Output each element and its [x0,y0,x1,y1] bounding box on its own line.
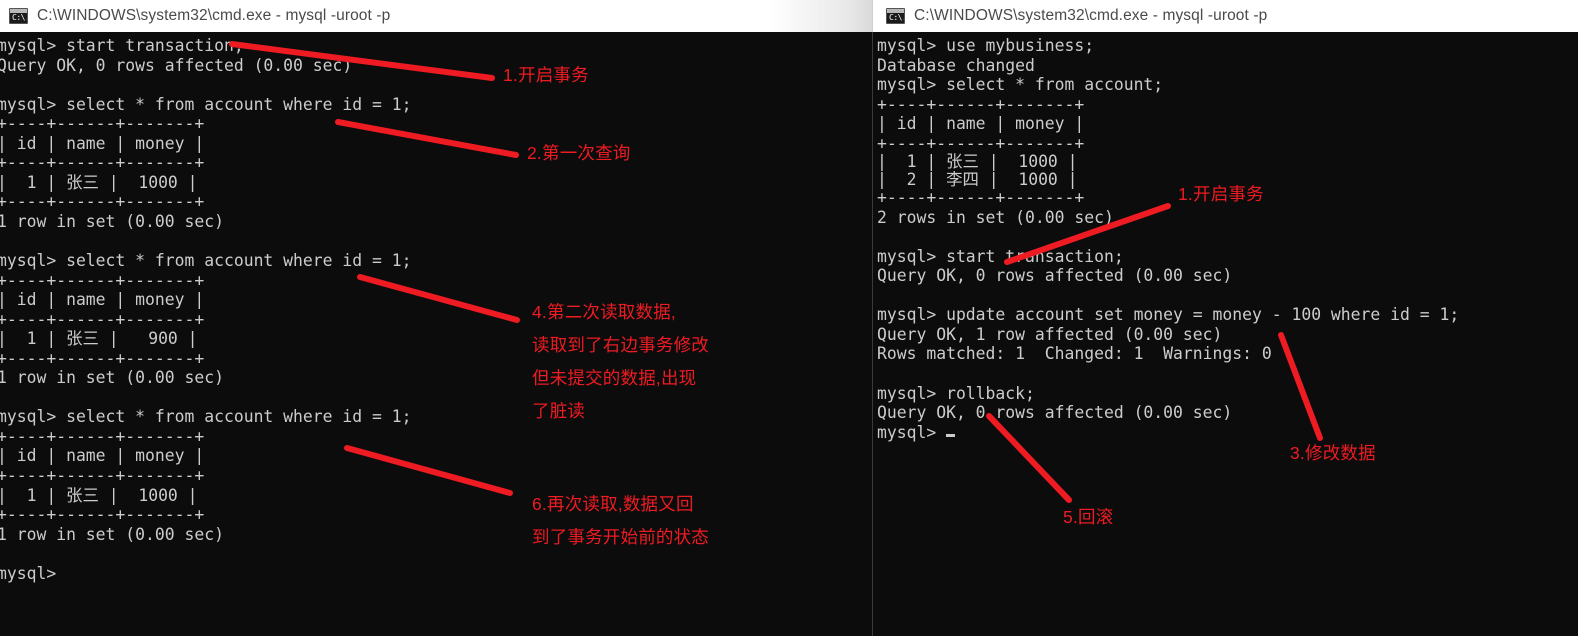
cmd-icon-glyph: C:\. [12,13,28,22]
annotation-left-1: 1.开启事务 [503,65,589,85]
cmd-icon-glyph: C:\. [889,13,905,22]
console-right[interactable]: mysql> use mybusiness; Database changed … [872,32,1578,636]
console-text-right-rows: | 1 | 张三 | 1000 | | 2 | 李四 | 1000 | [877,152,1078,189]
console-text-right: mysql> use mybusiness; Database changed … [877,36,1459,442]
annotation-right-3: 3.修改数据 [1290,443,1376,463]
console-text-left: mysql> start transaction; Query OK, 0 ro… [0,36,412,583]
text-cursor [946,433,956,437]
console-text-right-tail: +----+------+-------+ 2 rows in set (0.0… [877,188,1460,423]
annotation-left-4: 4.第二次读取数据, 读取到了右边事务修改 但未提交的数据,出现 了脏读 [532,302,709,421]
window-title-left: C:\WINDOWS\system32\cmd.exe - mysql -uro… [37,7,391,24]
annotation-left-2: 2.第一次查询 [527,143,631,163]
terminal-window-left[interactable]: C:\. C:\WINDOWS\system32\cmd.exe - mysql… [0,0,875,636]
window-title-right: C:\WINDOWS\system32\cmd.exe - mysql -uro… [914,7,1268,24]
cmd-icon: C:\. [886,8,905,24]
console-text-right-head: mysql> use mybusiness; Database changed … [877,36,1164,153]
annotation-right-5: 5.回滚 [1063,507,1114,527]
console-left[interactable]: mysql> start transaction; Query OK, 0 ro… [0,32,875,636]
titlebar-right[interactable]: C:\. C:\WINDOWS\system32\cmd.exe - mysql… [872,0,1578,32]
cmd-icon: C:\. [9,8,28,24]
terminal-window-right[interactable]: C:\. C:\WINDOWS\system32\cmd.exe - mysql… [872,0,1578,636]
console-prompt-right: mysql> [877,422,947,442]
annotation-right-1: 1.开启事务 [1178,184,1264,204]
annotation-left-6: 6.再次读取,数据又回 到了事务开始前的状态 [532,494,709,547]
screenshot-root: C:\. C:\WINDOWS\system32\cmd.exe - mysql… [0,0,1578,636]
titlebar-left[interactable]: C:\. C:\WINDOWS\system32\cmd.exe - mysql… [0,0,875,32]
